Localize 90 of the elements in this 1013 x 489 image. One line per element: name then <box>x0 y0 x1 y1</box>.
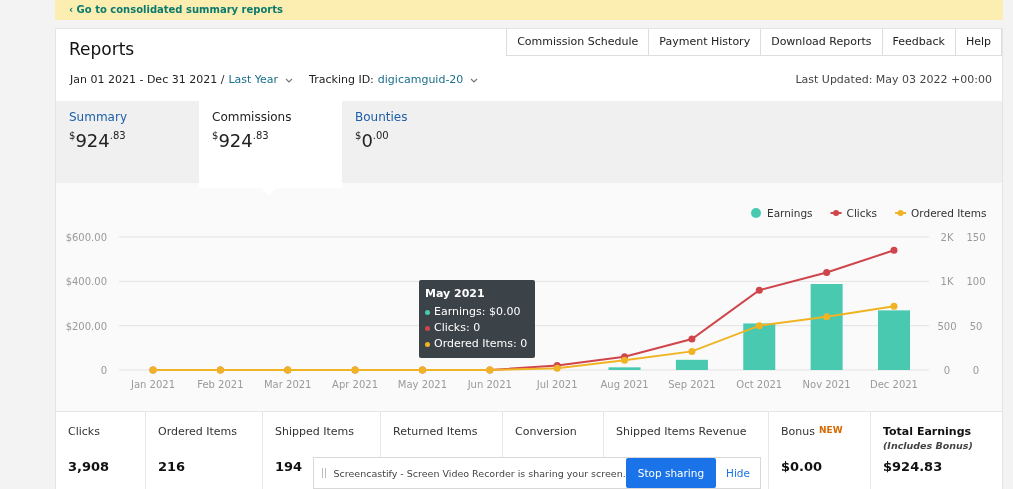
report-tab[interactable]: Bounties $^{$}$0$^{.00}$ <box>342 101 485 183</box>
currency-sign: $ <box>355 130 362 141</box>
axis-label: Mar 2021 <box>264 379 312 390</box>
metric-label: Total Earnings <box>883 425 972 438</box>
axis-label: Jul 2021 <box>536 379 578 390</box>
cents: .83 <box>109 130 126 141</box>
data-point <box>688 335 696 343</box>
cents: .83 <box>252 130 269 141</box>
metric-value: 3,908 <box>68 459 110 474</box>
axis-label: $200.00 <box>65 320 107 332</box>
report-tab[interactable]: Summary $^{$}$924$^{.83}$ <box>56 101 199 183</box>
data-point <box>755 286 763 294</box>
new-label: NEW <box>818 425 843 435</box>
axis-label: Aug 2021 <box>600 379 649 390</box>
legend-label[interactable]: Clicks <box>846 207 878 219</box>
axis-label: 0 <box>943 365 951 376</box>
amount: 924 <box>218 130 253 152</box>
earnings-bar <box>675 359 708 370</box>
metric-label: Shipped Items Revenue <box>616 425 747 438</box>
amount: 0 <box>361 130 373 152</box>
axis-label: 500 <box>937 320 957 332</box>
chevron-down-icon <box>285 78 294 83</box>
data-point <box>890 302 898 310</box>
data-point <box>688 347 696 355</box>
axis-label: Feb 2021 <box>197 379 244 390</box>
axis-label: May 2021 <box>397 379 448 390</box>
axis-label: 150 <box>966 232 986 243</box>
period-dropdown[interactable]: Last Year <box>228 72 279 86</box>
axis-label: 0 <box>100 365 107 376</box>
data-point <box>890 246 898 254</box>
axis-label: 2K <box>940 232 954 243</box>
earnings-bar <box>608 367 641 370</box>
date-range: Jan 01 2021 - Dec 31 2021 / <box>70 72 225 86</box>
chevron-down-icon <box>470 78 479 83</box>
header-tab[interactable]: Commission Schedule <box>506 29 650 56</box>
data-point <box>823 313 831 321</box>
axis-label: 0 <box>972 365 980 376</box>
axis-label: Jan 2021 <box>131 379 175 390</box>
axis-label: Dec 2021 <box>870 379 918 390</box>
amount: 924 <box>75 130 110 152</box>
tab-label: Summary <box>69 110 128 124</box>
metric-value: $0.00 <box>781 459 823 474</box>
last-updated: Last Updated: May 03 2022 +00:00 <box>795 72 992 86</box>
legend-label[interactable]: Earnings <box>767 207 813 219</box>
stop-sharing-button[interactable]: Stop sharing <box>625 458 717 488</box>
metric-label: Clicks <box>68 425 100 438</box>
earnings-bar <box>743 323 776 370</box>
tracking-label: Tracking ID: <box>309 72 374 86</box>
tooltip-text: Clicks: 0 <box>434 320 481 336</box>
axis-label: Oct 2021 <box>736 379 783 390</box>
cents: .00 <box>372 130 389 141</box>
tab-label: Commissions <box>212 110 293 124</box>
metric-note: (Includes Bonus) <box>883 440 974 453</box>
earnings-bar <box>878 310 910 370</box>
metric-label: Conversion <box>515 425 577 438</box>
tab-label: Bounties <box>355 110 409 124</box>
data-point <box>823 268 831 276</box>
summary-link[interactable]: ‹ Go to consolidated summary reports <box>69 4 283 16</box>
page-title: Reports <box>68 38 135 59</box>
share-message: Screencastify - Screen Video Recorder is sharing your screen. <box>333 467 626 479</box>
axis-label: 1K <box>940 276 954 288</box>
axis-label: $400.00 <box>65 276 107 288</box>
currency-sign: $ <box>69 130 76 141</box>
tooltip-text: Ordered Items: 0 <box>434 336 528 352</box>
axis-label: Sep 2021 <box>668 379 716 390</box>
tooltip-title: May 2021 <box>425 287 486 300</box>
legend-marker-icon <box>894 210 908 216</box>
drag-handle-icon[interactable] <box>322 468 326 478</box>
metric-value: $924.83 <box>883 459 943 474</box>
metric-label: Bonus <box>781 425 815 438</box>
tooltip-text: Earnings: $0.00 <box>434 304 521 320</box>
metric-value: 194 <box>275 459 303 474</box>
metric-label: Returned Items <box>393 425 478 438</box>
axis-label: $600.00 <box>65 232 107 243</box>
axis-label: 50 <box>969 320 983 332</box>
header-tab[interactable]: Help <box>954 29 1002 56</box>
currency-sign: $ <box>212 130 219 141</box>
data-point <box>755 322 763 330</box>
tracking-id-dropdown[interactable]: digicamguid-20 <box>377 72 464 86</box>
axis-label: Jun 2021 <box>467 379 512 390</box>
metric-label: Ordered Items <box>158 425 238 438</box>
hide-button[interactable]: Hide <box>716 467 760 479</box>
metric-label: Shipped Items <box>275 425 354 438</box>
axis-label: Nov 2021 <box>802 379 851 390</box>
axis-label: Apr 2021 <box>332 379 379 390</box>
metric-value: 216 <box>158 459 186 474</box>
legend-marker-icon <box>829 210 843 216</box>
legend-marker-icon <box>751 208 761 218</box>
axis-label: 100 <box>966 276 986 288</box>
legend-label[interactable]: Ordered Items <box>911 207 987 219</box>
